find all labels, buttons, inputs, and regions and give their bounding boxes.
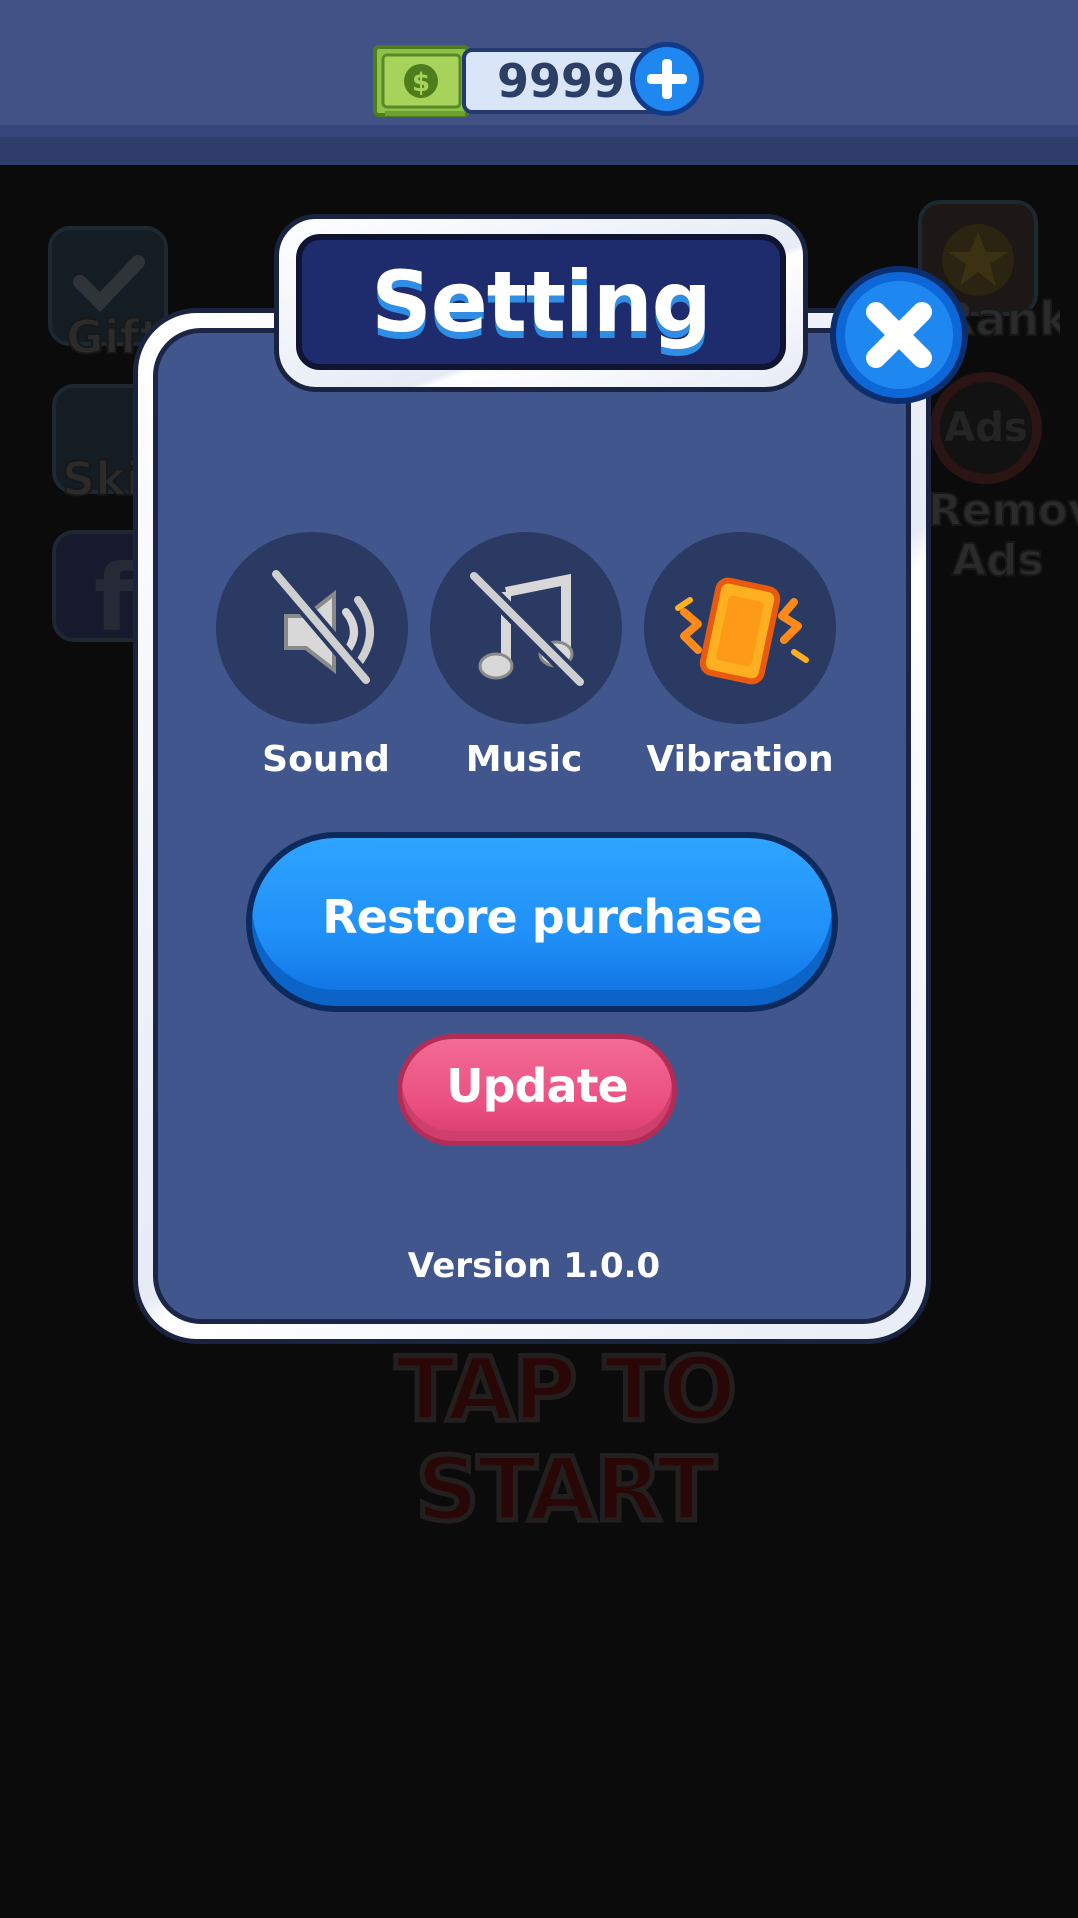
sound-toggle[interactable] [216,532,408,724]
version-text: Version 1.0.0 [407,1246,661,1286]
sound-off-icon [268,566,374,688]
add-currency-button[interactable] [630,42,704,116]
svg-text:f: f [94,545,135,634]
music-label: Music [465,739,583,780]
music-toggle[interactable] [430,532,622,724]
cash-icon: $ [373,45,470,117]
game-screen: $ 9999 Gift Skin f Rank Ads Remove Ads T… [0,0,1078,1918]
music-off-icon [466,568,588,690]
remove-ads-label: Remove Ads [927,485,1078,587]
tap-to-start-text: TAP TO START [393,1337,739,1542]
vibration-label: Vibration [646,739,834,780]
currency-amount: 9999 [496,54,626,108]
update-label: Update [446,1059,628,1113]
close-icon [845,281,953,389]
settings-panel [153,328,911,1324]
dialog-title: Setting [371,253,712,351]
svg-text:$: $ [412,68,430,98]
vibration-icon [675,577,809,685]
plus-icon [647,59,687,99]
sound-label: Sound [262,739,390,780]
close-button[interactable] [830,266,968,404]
restore-purchase-label: Restore purchase [322,890,763,944]
vibration-toggle[interactable] [644,532,836,724]
